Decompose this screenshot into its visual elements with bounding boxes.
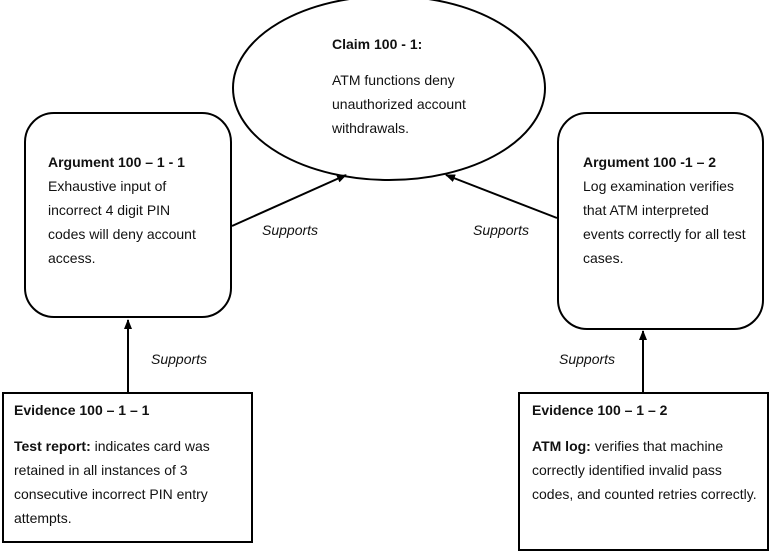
edge-label-ev1-arg1: Supports — [151, 351, 208, 367]
evidence-node-2: Evidence 100 – 1 – 2 ATM log: verifies t… — [518, 392, 769, 551]
edge-arg1-to-claim — [231, 174, 347, 227]
argument-title: Argument 100 – 1 - 1 — [48, 154, 185, 170]
evidence-lead: ATM log: — [532, 438, 591, 454]
evidence-title: Evidence 100 – 1 – 1 — [14, 402, 150, 418]
argument-text: Exhaustive input of incorrect 4 digit PI… — [48, 178, 196, 266]
edge-label-ev2-arg2: Supports — [559, 351, 616, 367]
argument-text: Log examination verifies that ATM interp… — [583, 178, 746, 266]
edge-label-arg1-claim: Supports — [262, 222, 319, 238]
evidence-node-1: Evidence 100 – 1 – 1 Test report: indica… — [2, 392, 253, 543]
claim-node: Claim 100 - 1: ATM functions deny unauth… — [332, 32, 522, 140]
edge-arg2-to-claim — [445, 174, 558, 219]
argument-title: Argument 100 -1 – 2 — [583, 154, 717, 170]
argument-node-2: Argument 100 -1 – 2 Log examination veri… — [557, 112, 764, 330]
evidence-lead: Test report: — [14, 438, 91, 454]
edge-label-arg2-claim: Supports — [473, 222, 530, 238]
evidence-title: Evidence 100 – 1 – 2 — [532, 402, 668, 418]
claim-text: ATM functions deny unauthorized account … — [332, 72, 466, 136]
claim-title: Claim 100 - 1: — [332, 36, 423, 52]
argument-node-1: Argument 100 – 1 - 1 Exhaustive input of… — [24, 112, 232, 318]
